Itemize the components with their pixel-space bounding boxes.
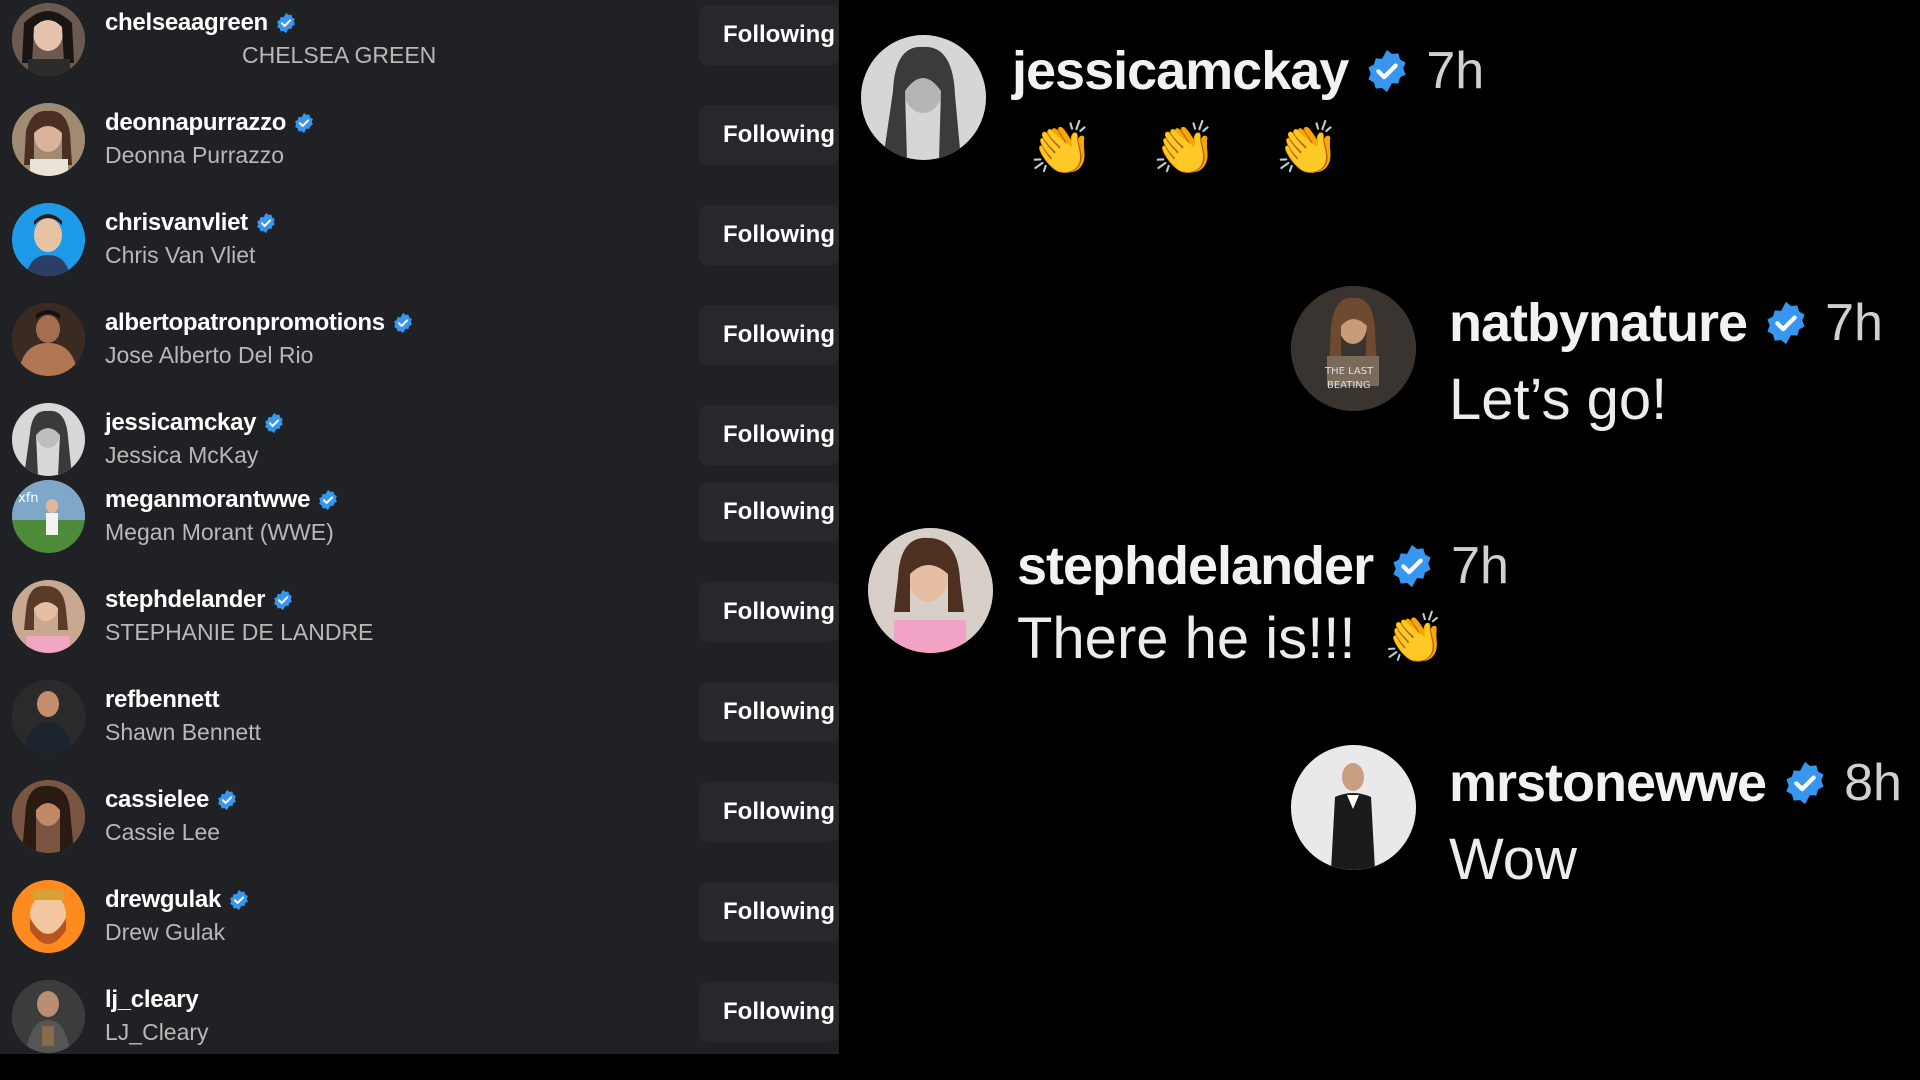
display-name: Drew Gulak (105, 919, 226, 945)
svg-text:THE LAST: THE LAST (1324, 366, 1374, 377)
comment-avatar[interactable] (1291, 745, 1416, 870)
verified-badge-icon (1364, 48, 1410, 94)
avatar[interactable] (12, 680, 85, 753)
bottom-strip (0, 1054, 1920, 1080)
comment-username[interactable]: mrstonewwe (1449, 752, 1767, 814)
following-button[interactable]: Following (699, 205, 839, 265)
username[interactable]: drewgulak (105, 886, 221, 914)
verified-badge-icon (275, 12, 297, 34)
display-name: Chris Van Vliet (105, 242, 256, 268)
verified-badge-icon (1389, 543, 1435, 589)
following-list-panel: chelseaagreen CHELSEA GREEN Following de… (0, 0, 839, 1054)
following-row[interactable]: chrisvanvliet Chris Van Vliet Following (0, 185, 839, 285)
display-name: Shawn Bennett (105, 719, 262, 745)
comment-text: There he is!!! 👏 (1017, 605, 1446, 672)
display-name: LJ_Cleary (105, 1019, 209, 1045)
comments-panel: jessicamckay 7h 👏 👏 👏 THE LAST BEATING na… (839, 0, 1920, 1054)
avatar[interactable] (12, 580, 85, 653)
comment-timestamp: 8h (1844, 754, 1902, 812)
following-button[interactable]: Following (699, 305, 839, 365)
username[interactable]: refbennett (105, 686, 220, 714)
following-button[interactable]: Following (699, 482, 839, 542)
following-row[interactable]: lj_cleary LJ_Cleary Following (0, 962, 839, 1054)
username[interactable]: lj_cleary (105, 986, 199, 1014)
comment-username[interactable]: natbynature (1449, 292, 1748, 354)
following-button[interactable]: Following (699, 782, 839, 842)
comment-avatar[interactable]: THE LAST BEATING (1291, 286, 1416, 411)
display-name: Cassie Lee (105, 819, 221, 845)
verified-badge-icon (1763, 300, 1809, 346)
verified-badge-icon (216, 789, 238, 811)
avatar[interactable] (12, 980, 85, 1053)
following-button[interactable]: Following (699, 5, 839, 65)
comment-text-content: There he is!!! (1017, 606, 1356, 671)
clapping-hands-emoji: 👏 👏 👏 (1029, 120, 1363, 178)
username[interactable]: cassielee (105, 786, 209, 814)
comment-text: 👏 👏 👏 (1029, 118, 1362, 179)
svg-text:BEATING: BEATING (1327, 380, 1371, 391)
following-button[interactable]: Following (699, 582, 839, 642)
username[interactable]: albertopatronpromotions (105, 309, 385, 337)
following-row[interactable]: albertopatronpromotions Jose Alberto Del… (0, 285, 839, 385)
avatar[interactable] (12, 103, 85, 176)
comment-username[interactable]: stephdelander (1017, 535, 1374, 597)
following-row[interactable]: stephdelander STEPHANIE DE LANDRE Follow… (0, 562, 839, 662)
following-row[interactable]: drewgulak Drew Gulak Following (0, 862, 839, 962)
username[interactable]: chrisvanvliet (105, 209, 248, 237)
following-row[interactable]: chelseaagreen CHELSEA GREEN Following (0, 0, 839, 85)
verified-badge-icon (263, 412, 285, 434)
username[interactable]: jessicamckay (105, 409, 257, 437)
avatar[interactable] (12, 780, 85, 853)
verified-badge-icon (1782, 760, 1828, 806)
avatar[interactable] (12, 303, 85, 376)
following-button[interactable]: Following (699, 682, 839, 742)
username[interactable]: chelseaagreen (105, 9, 268, 37)
username[interactable]: stephdelander (105, 586, 265, 614)
following-button[interactable]: Following (699, 882, 839, 942)
display-name: Jose Alberto Del Rio (105, 342, 314, 368)
svg-text:xfn: xfn (18, 491, 39, 506)
avatar[interactable] (12, 3, 85, 76)
display-name: CHELSEA GREEN (242, 42, 437, 68)
comment-username[interactable]: jessicamckay (1012, 40, 1349, 102)
following-row[interactable]: xfn meganmorantwwe Megan Morant (WWE) Fo… (0, 462, 839, 562)
following-row[interactable]: refbennett Shawn Bennett Following (0, 662, 839, 762)
verified-badge-icon (392, 312, 414, 334)
clapping-hands-emoji: 👏 (1383, 610, 1446, 666)
comment-timestamp: 7h (1451, 537, 1509, 595)
username[interactable]: meganmorantwwe (105, 486, 310, 514)
comment-timestamp: 7h (1426, 42, 1485, 100)
username[interactable]: deonnapurrazzo (105, 109, 286, 137)
verified-badge-icon (272, 589, 294, 611)
avatar[interactable] (12, 203, 85, 276)
avatar[interactable]: xfn (12, 480, 85, 553)
comment-text: Wow (1449, 827, 1577, 892)
display-name: Megan Morant (WWE) (105, 519, 334, 545)
comment-text: Let’s go! (1449, 367, 1668, 432)
following-row[interactable]: deonnapurrazzo Deonna Purrazzo Following (0, 85, 839, 185)
verified-badge-icon (293, 112, 315, 134)
following-button[interactable]: Following (699, 405, 839, 465)
verified-badge-icon (255, 212, 277, 234)
verified-badge-icon (317, 489, 339, 511)
comment-avatar[interactable] (861, 35, 986, 160)
avatar[interactable] (12, 880, 85, 953)
following-button[interactable]: Following (699, 982, 839, 1042)
verified-badge-icon (228, 889, 250, 911)
following-row[interactable]: cassielee Cassie Lee Following (0, 762, 839, 862)
display-name: Deonna Purrazzo (105, 142, 284, 168)
comment-avatar[interactable] (868, 528, 993, 653)
comment-timestamp: 7h (1825, 294, 1883, 352)
display-name: STEPHANIE DE LANDRE (105, 619, 374, 645)
following-button[interactable]: Following (699, 105, 839, 165)
